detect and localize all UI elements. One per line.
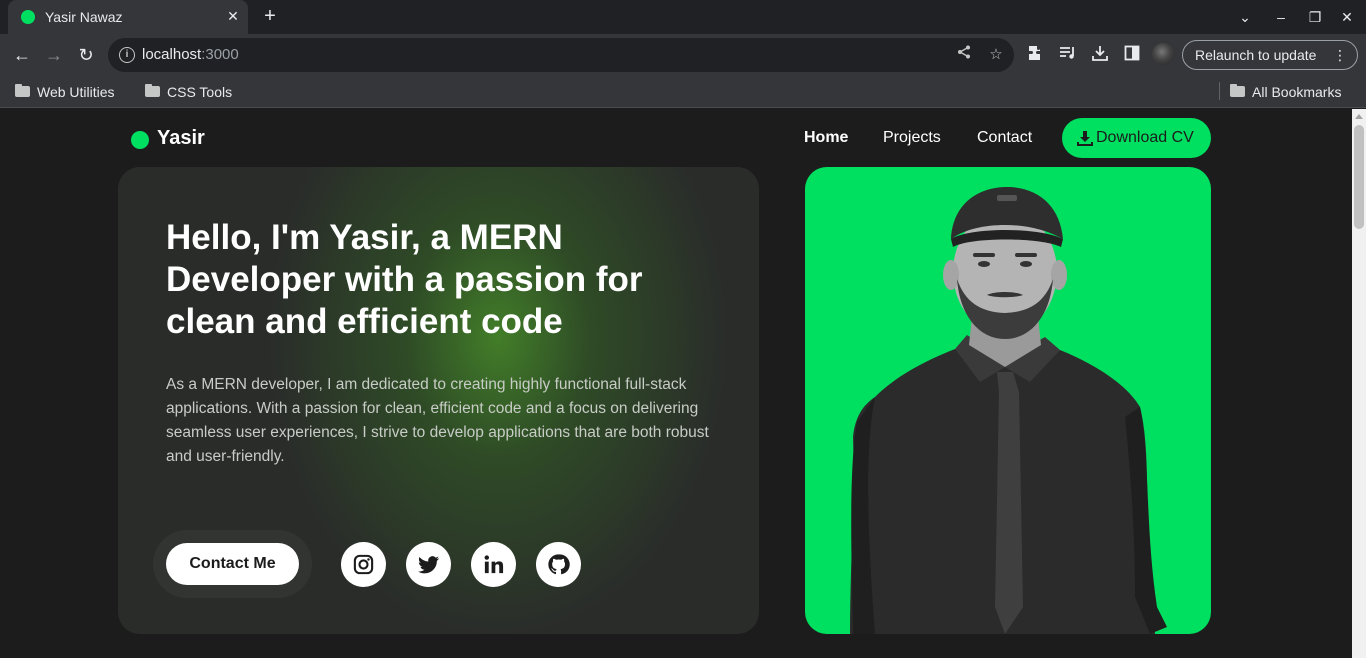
download-cv-label: Download CV bbox=[1096, 129, 1194, 146]
instagram-icon bbox=[353, 554, 374, 575]
address-bar[interactable]: i localhost:3000 ☆ bbox=[108, 38, 1014, 72]
brand-name[interactable]: Yasir bbox=[157, 127, 205, 150]
restore-icon[interactable]: ❐ bbox=[1305, 8, 1325, 26]
side-panel-icon[interactable] bbox=[1122, 45, 1142, 65]
hero-title: Hello, I'm Yasir, a MERN Developer with … bbox=[166, 218, 643, 341]
profile-photo bbox=[850, 187, 1167, 634]
contact-button-wrapper: Contact Me bbox=[153, 530, 312, 598]
browser-toolbar: ← → ↻ i localhost:3000 ☆ Relaunch to upd… bbox=[0, 34, 1366, 76]
reload-icon[interactable]: ↻ bbox=[75, 44, 97, 66]
media-control-icon[interactable] bbox=[1058, 45, 1078, 65]
scrollbar-thumb[interactable] bbox=[1354, 125, 1364, 229]
share-icon[interactable] bbox=[954, 45, 974, 65]
twitter-link[interactable] bbox=[406, 542, 451, 587]
brand-logo-dot bbox=[131, 131, 149, 149]
tab-search-icon[interactable]: ⌄ bbox=[1235, 8, 1255, 26]
url-port: :3000 bbox=[201, 46, 239, 63]
download-icon bbox=[1077, 131, 1093, 146]
folder-icon bbox=[145, 84, 160, 97]
folder-icon bbox=[1230, 84, 1245, 97]
scroll-up-arrow-icon[interactable] bbox=[1355, 114, 1363, 119]
url-text: localhost:3000 bbox=[142, 46, 239, 63]
bookmark-label: CSS Tools bbox=[167, 84, 233, 100]
relaunch-label: Relaunch to update bbox=[1195, 47, 1317, 63]
minimize-icon[interactable]: – bbox=[1271, 8, 1291, 26]
relaunch-button[interactable]: Relaunch to update ⋮ bbox=[1182, 40, 1358, 70]
close-window-icon[interactable]: ✕ bbox=[1337, 8, 1357, 26]
bookmarks-divider bbox=[1219, 82, 1220, 100]
download-icon[interactable] bbox=[1090, 45, 1110, 65]
linkedin-link[interactable] bbox=[471, 542, 516, 587]
folder-icon bbox=[15, 84, 30, 97]
close-tab-icon[interactable]: ✕ bbox=[225, 8, 241, 24]
twitter-icon bbox=[417, 556, 440, 574]
new-tab-icon[interactable]: + bbox=[259, 5, 281, 27]
all-bookmarks-label: All Bookmarks bbox=[1252, 84, 1342, 100]
contact-me-button[interactable]: Contact Me bbox=[166, 543, 299, 585]
back-icon[interactable]: ← bbox=[11, 44, 33, 66]
more-menu-icon[interactable]: ⋮ bbox=[1333, 41, 1347, 69]
linkedin-icon bbox=[484, 555, 504, 574]
nav-home-link[interactable]: Home bbox=[804, 129, 848, 147]
browser-tab[interactable]: Yasir Nawaz ✕ bbox=[8, 0, 248, 34]
url-host: localhost bbox=[142, 46, 202, 63]
instagram-link[interactable] bbox=[341, 542, 386, 587]
nav-projects-link[interactable]: Projects bbox=[883, 129, 941, 147]
extensions-icon[interactable] bbox=[1026, 45, 1046, 65]
nav-contact-link[interactable]: Contact bbox=[977, 129, 1032, 147]
profile-avatar[interactable] bbox=[1152, 43, 1174, 65]
github-link[interactable] bbox=[536, 542, 581, 587]
tab-title: Yasir Nawaz bbox=[45, 9, 123, 25]
forward-icon[interactable]: → bbox=[43, 44, 65, 66]
hero-description: As a MERN developer, I am dedicated to c… bbox=[166, 376, 709, 465]
tab-strip: Yasir Nawaz ✕ + ⌄ – ❐ ✕ bbox=[0, 0, 1366, 34]
page-scrollbar[interactable] bbox=[1352, 109, 1366, 658]
bookmarks-bar: Web Utilities CSS Tools All Bookmarks bbox=[0, 76, 1366, 108]
hero-card: Hello, I'm Yasir, a MERN Developer with … bbox=[118, 167, 759, 634]
github-icon bbox=[548, 554, 570, 575]
bookmark-folder-web-utilities[interactable]: Web Utilities bbox=[15, 82, 115, 102]
bookmark-star-icon[interactable]: ☆ bbox=[986, 45, 1006, 65]
page-viewport: Yasir Home Projects Contact Download CV … bbox=[0, 109, 1352, 658]
profile-photo-card bbox=[805, 167, 1211, 634]
favicon-icon bbox=[21, 10, 35, 24]
all-bookmarks-folder[interactable]: All Bookmarks bbox=[1230, 82, 1341, 102]
site-info-icon[interactable]: i bbox=[119, 47, 135, 63]
download-cv-button[interactable]: Download CV bbox=[1062, 118, 1211, 158]
bookmark-label: Web Utilities bbox=[37, 84, 115, 100]
bookmark-folder-css-tools[interactable]: CSS Tools bbox=[145, 82, 232, 102]
